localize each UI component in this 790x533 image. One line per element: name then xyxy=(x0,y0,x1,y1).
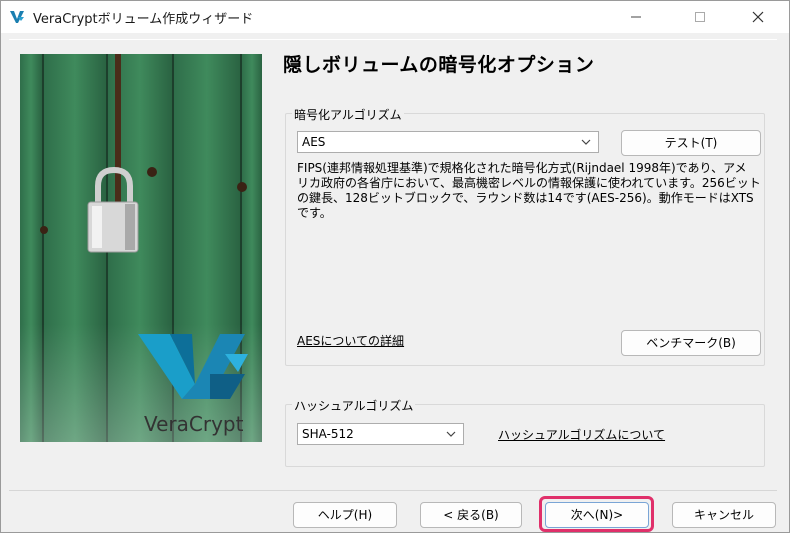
hash-algorithm-select[interactable]: SHA-512 xyxy=(297,423,464,445)
about-hash-link[interactable]: ハッシュアルゴリズムについて xyxy=(498,426,665,443)
wizard-window: VeraCryptボリューム作成ウィザード VeraCrypt 隠しボリュームの… xyxy=(0,0,790,533)
encryption-group-label: 暗号化アルゴリズム xyxy=(292,106,404,123)
chevron-down-icon xyxy=(581,139,591,145)
minimize-icon xyxy=(631,16,641,18)
maximize-button[interactable] xyxy=(677,1,723,33)
close-icon xyxy=(752,11,764,23)
aes-details-link[interactable]: AESについての詳細 xyxy=(297,332,404,349)
window-title: VeraCryptボリューム作成ウィザード xyxy=(33,12,254,27)
hash-group-label: ハッシュアルゴリズム xyxy=(292,397,416,414)
close-window-button[interactable] xyxy=(735,1,781,33)
encryption-algorithm-value: AES xyxy=(302,135,326,149)
description-line: FIPS(連邦情報処理基準)で規格化された暗号化方式(Rijndael 1998… xyxy=(297,161,747,175)
description-line: リカ政府の各省庁において、最高機密レベルの情報保護に使われています。256ビット xyxy=(297,176,761,190)
description-line: の鍵長、128ビットブロックで、ラウンド数は14です(AES-256)。動作モー… xyxy=(297,191,754,220)
title-bar: VeraCryptボリューム作成ウィザード xyxy=(1,1,789,33)
algorithm-description: FIPS(連邦情報処理基準)で規格化された暗号化方式(Rijndael 1998… xyxy=(297,161,765,221)
encryption-algorithm-select[interactable]: AES xyxy=(297,131,599,153)
padlock-door-illustration: VeraCrypt xyxy=(20,54,262,442)
chevron-down-icon xyxy=(446,431,456,437)
minimize-button[interactable] xyxy=(613,1,659,33)
page-title: 隠しボリュームの暗号化オプション xyxy=(283,54,595,76)
veracrypt-app-icon xyxy=(9,9,25,25)
hash-algorithm-group: ハッシュアルゴリズム SHA-512 ハッシュアルゴリズムについて xyxy=(285,397,765,467)
sidebar-illustration: VeraCrypt xyxy=(20,54,262,442)
wizard-content: VeraCrypt 隠しボリュームの暗号化オプション 暗号化アルゴリズム AES… xyxy=(9,39,777,490)
veracrypt-logo-text: VeraCrypt xyxy=(144,412,244,436)
next-button-highlight xyxy=(539,496,654,532)
cancel-button[interactable]: キャンセル xyxy=(672,502,776,528)
encryption-algorithm-group: 暗号化アルゴリズム AES テスト(T) FIPS(連邦情報処理基準)で規格化さ… xyxy=(285,106,765,366)
benchmark-button[interactable]: ベンチマーク(B) xyxy=(621,330,761,356)
test-button[interactable]: テスト(T) xyxy=(621,130,761,156)
footer-separator xyxy=(9,490,777,491)
hash-algorithm-value: SHA-512 xyxy=(302,427,354,441)
back-button[interactable]: < 戻る(B) xyxy=(420,502,522,528)
help-button[interactable]: ヘルプ(H) xyxy=(293,502,397,528)
maximize-icon xyxy=(695,12,705,22)
